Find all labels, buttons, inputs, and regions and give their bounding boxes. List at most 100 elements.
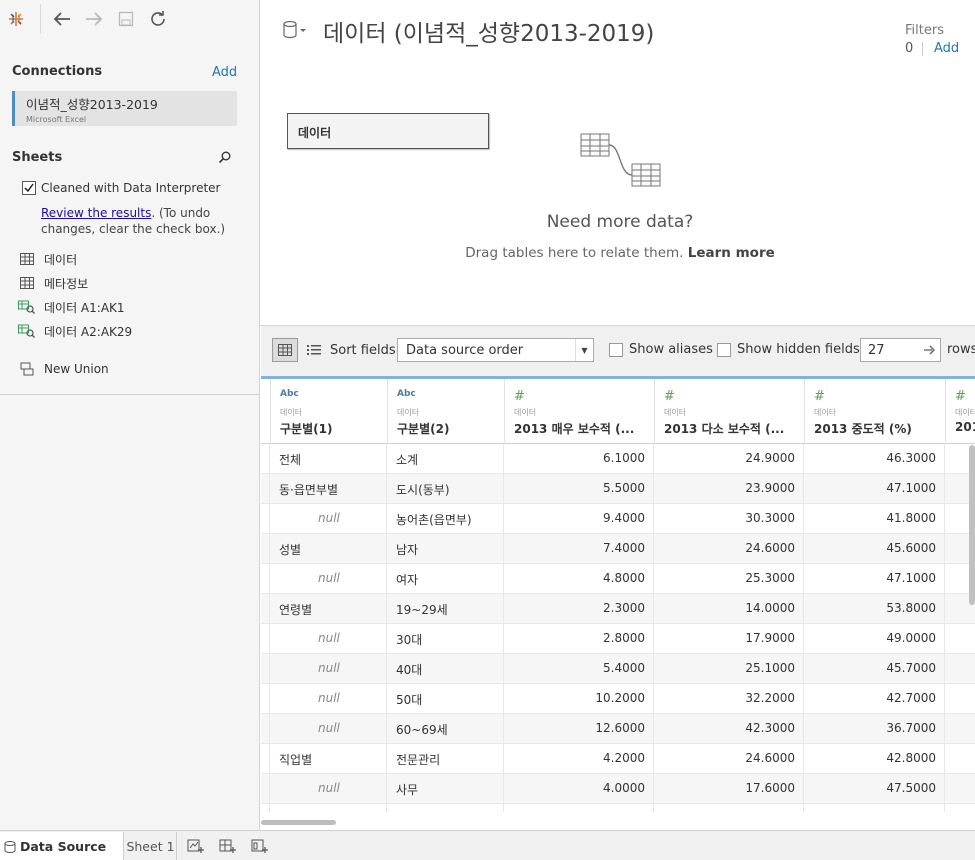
table-cell[interactable]: 직업별 xyxy=(269,744,386,773)
table-cell[interactable]: 45.6000 xyxy=(803,534,944,563)
tab-data-source[interactable]: Data Source xyxy=(0,832,124,860)
table-cell[interactable]: 25.1000 xyxy=(653,654,803,683)
table-cell[interactable]: 14.0000 xyxy=(653,594,803,623)
table-cell[interactable]: 도시(동부) xyxy=(386,474,503,503)
table-cell[interactable]: null xyxy=(269,684,386,713)
table-cell[interactable]: 50대 xyxy=(386,684,503,713)
table-cell[interactable] xyxy=(653,804,803,812)
table-cell[interactable]: null xyxy=(269,654,386,683)
number-type-icon[interactable]: # xyxy=(514,389,654,404)
table-cell[interactable]: 농어촌(읍면부) xyxy=(386,504,503,533)
save-icon[interactable] xyxy=(114,8,138,30)
sort-fields-select[interactable]: Data source order ▼ xyxy=(397,338,594,362)
table-cell[interactable] xyxy=(386,804,503,812)
datasource-title[interactable]: 데이터 (이념적_성향2013-2019) xyxy=(323,14,654,48)
learn-more-link[interactable]: Learn more xyxy=(688,245,775,261)
table-cell[interactable]: 7.4000 xyxy=(503,534,653,563)
table-cell[interactable]: 연령별 xyxy=(269,594,386,623)
review-results-link[interactable]: Review the results xyxy=(41,206,151,220)
column-name[interactable]: 구분별(1) xyxy=(280,420,387,437)
new-story-icon[interactable] xyxy=(250,837,270,855)
show-hidden-fields-checkbox[interactable] xyxy=(717,343,731,357)
table-cell[interactable]: 4.2000 xyxy=(503,744,653,773)
table-cell[interactable]: 10.2000 xyxy=(503,684,653,713)
table-cell[interactable]: 사무 xyxy=(386,774,503,803)
column-header[interactable]: # 데이터 2013 매우 보수적 (... xyxy=(504,379,654,444)
forward-arrow-icon[interactable] xyxy=(82,8,106,30)
table-cell[interactable] xyxy=(944,744,975,773)
table-cell[interactable] xyxy=(944,804,975,812)
column-name[interactable]: 2013 xyxy=(955,420,975,434)
table-cell[interactable]: 5.5000 xyxy=(503,474,653,503)
table-cell[interactable] xyxy=(944,624,975,653)
table-cell[interactable]: 4.8000 xyxy=(503,564,653,593)
tableau-logo-icon[interactable] xyxy=(4,8,28,30)
table-cell[interactable]: 전체 xyxy=(269,444,386,473)
list-view-icon[interactable] xyxy=(302,338,326,362)
table-cell[interactable]: 41.8000 xyxy=(803,504,944,533)
rows-count-input[interactable]: 27 xyxy=(860,338,941,362)
table-cell[interactable]: 6.1000 xyxy=(503,444,653,473)
table-cell[interactable]: 42.8000 xyxy=(803,744,944,773)
table-cell[interactable]: 4.0000 xyxy=(503,774,653,803)
column-name[interactable]: 2013 매우 보수적 (... xyxy=(514,420,654,437)
sheet-item-metadata[interactable]: 메타정보 xyxy=(18,273,88,293)
sheet-item-range-a1[interactable]: 데이터 A1:AK1 xyxy=(18,297,125,317)
canvas-table[interactable]: 데이터 xyxy=(287,113,489,149)
table-cell[interactable]: 12.6000 xyxy=(503,714,653,743)
string-type-icon[interactable]: Abc xyxy=(397,389,504,403)
table-cell[interactable]: 남자 xyxy=(386,534,503,563)
table-cell[interactable]: 동·읍면부별 xyxy=(269,474,386,503)
table-cell[interactable]: null xyxy=(269,774,386,803)
column-name[interactable]: 구분별(2) xyxy=(397,420,504,437)
table-cell[interactable]: 24.9000 xyxy=(653,444,803,473)
table-cell[interactable] xyxy=(944,774,975,803)
table-cell[interactable]: 45.7000 xyxy=(803,654,944,683)
data-interpreter-checkbox[interactable] xyxy=(22,181,36,195)
table-cell[interactable]: 47.5000 xyxy=(803,774,944,803)
connection-item[interactable]: 이념적_성향2013-2019 Microsoft Excel xyxy=(12,91,237,126)
table-cell[interactable] xyxy=(269,804,386,812)
table-cell[interactable]: 32.2000 xyxy=(653,684,803,713)
column-header[interactable]: Abc 데이터 구분별(2) xyxy=(387,379,504,444)
vertical-scrollbar[interactable] xyxy=(969,445,975,605)
search-icon[interactable] xyxy=(218,150,234,166)
table-cell[interactable]: 19~29세 xyxy=(386,594,503,623)
arrow-right-icon[interactable] xyxy=(922,341,938,359)
new-union-item[interactable]: New Union xyxy=(18,359,109,379)
table-cell[interactable]: 60~69세 xyxy=(386,714,503,743)
table-cell[interactable]: 24.6000 xyxy=(653,744,803,773)
add-filter-link[interactable]: Add xyxy=(934,41,959,56)
column-header[interactable]: # 데이터 2013 xyxy=(945,379,975,444)
table-cell[interactable]: 2.8000 xyxy=(503,624,653,653)
new-worksheet-icon[interactable] xyxy=(186,837,206,855)
table-cell[interactable] xyxy=(803,804,944,812)
table-cell[interactable]: 36.7000 xyxy=(803,714,944,743)
table-cell[interactable]: 49.0000 xyxy=(803,624,944,653)
table-cell[interactable]: 42.7000 xyxy=(803,684,944,713)
table-cell[interactable]: null xyxy=(269,564,386,593)
show-aliases-checkbox[interactable] xyxy=(609,343,623,357)
sheet-item-range-a2[interactable]: 데이터 A2:AK29 xyxy=(18,321,132,341)
sheet-item-data[interactable]: 데이터 xyxy=(18,249,77,269)
string-type-icon[interactable]: Abc xyxy=(280,389,387,403)
table-cell[interactable]: 9.4000 xyxy=(503,504,653,533)
column-header[interactable]: # 데이터 2013 중도적 (%) xyxy=(804,379,945,444)
table-cell[interactable]: null xyxy=(269,504,386,533)
table-cell[interactable]: 소계 xyxy=(386,444,503,473)
table-cell[interactable]: 17.6000 xyxy=(653,774,803,803)
column-name[interactable]: 2013 다소 보수적 (... xyxy=(664,420,804,437)
table-cell[interactable]: 여자 xyxy=(386,564,503,593)
table-cell[interactable] xyxy=(944,654,975,683)
table-cell[interactable]: 24.6000 xyxy=(653,534,803,563)
table-cell[interactable]: 40대 xyxy=(386,654,503,683)
datasource-icon[interactable] xyxy=(282,20,308,40)
table-cell[interactable]: 47.1000 xyxy=(803,474,944,503)
number-type-icon[interactable]: # xyxy=(664,389,804,404)
table-cell[interactable]: 5.4000 xyxy=(503,654,653,683)
number-type-icon[interactable]: # xyxy=(814,389,945,404)
table-cell[interactable]: 성별 xyxy=(269,534,386,563)
column-header[interactable]: # 데이터 2013 다소 보수적 (... xyxy=(654,379,804,444)
table-cell[interactable]: 30.3000 xyxy=(653,504,803,533)
grid-view-icon[interactable] xyxy=(272,338,298,362)
